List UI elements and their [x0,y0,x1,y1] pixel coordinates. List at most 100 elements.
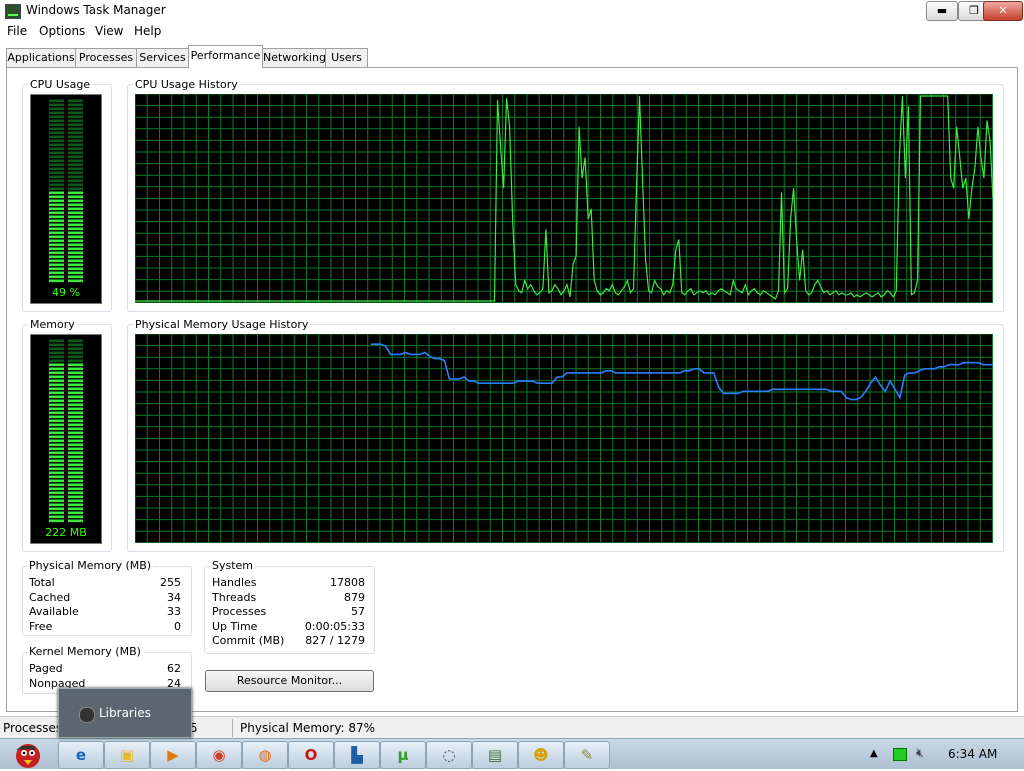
stat-handles-label: Handles [212,576,257,589]
kernel-memory-label: Kernel Memory (MB) [27,645,143,658]
memory-meter-segment [68,439,83,443]
chat-icon: ◌ [442,746,456,764]
memory-meter-segment [68,519,83,523]
memory-meter-segment [49,431,64,435]
memory-meter-segment [68,467,83,471]
cpu-meter-segment [49,239,64,243]
clock[interactable]: 6:34 AM [948,747,997,761]
memory-meter-segment [49,459,64,463]
memory-meter-segment [68,475,83,479]
cpu-meter-segment [49,271,64,275]
memory-meter-segment [49,415,64,419]
taskbar-button-tools[interactable]: ✎ [564,741,610,769]
memory-meter-segment [49,475,64,479]
show-hidden-icons-icon[interactable]: ▲ [870,748,878,759]
cpu-meter-segment [68,275,83,279]
memory-meter-segment [68,371,83,375]
start-orb-icon [16,744,40,768]
cpu-meter-segment [49,115,64,119]
messenger-icon: ☻ [533,746,549,764]
close-button[interactable]: ✕ [983,1,1023,21]
cpu-meter-segment [68,167,83,171]
cpu-meter-segment [68,131,83,135]
memory-meter-segment [49,339,64,343]
cpu-meter-segment [68,143,83,147]
system-label: System [210,559,256,572]
stat-threads-value: 879 [344,591,365,604]
volume-muted-icon[interactable]: 🔇︎ [916,746,924,761]
menu-view[interactable]: View [95,24,123,38]
cpu-meter-segment [68,151,83,155]
taskbar-button-internet-explorer[interactable]: e [58,741,104,769]
menu-help[interactable]: Help [134,24,161,38]
libraries-tooltip[interactable]: Libraries [58,688,192,738]
memory-meter-segment [68,423,83,427]
title-bar[interactable]: Windows Task Manager ▬ ❐ ✕ [0,0,1024,22]
taskbar-button-folder[interactable]: ▣ [104,741,150,769]
minimize-button[interactable]: ▬ [926,1,958,21]
memory-meter-segment [49,495,64,499]
taskbar-button-chrome[interactable]: ◉ [196,741,242,769]
memory-meter-segment [49,451,64,455]
tab-users[interactable]: Users [325,48,368,67]
cpu-meter-segment [49,279,64,283]
cpu-meter-segment [68,267,83,271]
menu-options[interactable]: Options [39,24,85,38]
tab-performance[interactable]: Performance [188,45,263,68]
taskbar-button-task-manager[interactable]: ▤ [472,741,518,769]
cpu-meter-segment [49,231,64,235]
memory-meter-segment [68,459,83,463]
stat-threads-label: Threads [212,591,257,604]
cpu-meter-segment [68,159,83,163]
cpu-meter-segment [49,171,64,175]
cpu-meter-segment [49,203,64,207]
memory-meter-segment [49,507,64,511]
memory-meter-segment [68,375,83,379]
memory-meter-segment [49,375,64,379]
taskbar-button-app[interactable]: ▙ [334,741,380,769]
memory-meter-segment [68,483,83,487]
cpu-meter-segment [49,119,64,123]
taskbar-button-messenger[interactable]: ☻ [518,741,564,769]
cpu-meter-segment [49,267,64,271]
memory-meter-segment [68,391,83,395]
utorrent-icon: µ [397,746,409,764]
tab-applications[interactable]: Applications [6,48,76,67]
tray-app-icon[interactable] [893,748,907,761]
cpu-meter-segment [49,127,64,131]
stat-paged-value: 62 [167,662,181,675]
status-divider [232,719,233,737]
taskbar-button-media-player[interactable]: ▶ [150,741,196,769]
memory-meter-segment [49,483,64,487]
memory-meter-segment [68,343,83,347]
cpu-meter-segment [68,115,83,119]
cpu-meter-segment [49,187,64,191]
memory-meter-segment [49,379,64,383]
cpu-history-graph [134,93,994,304]
cpu-usage-value: 49 % [52,286,80,299]
status-processes: Processes: [3,721,67,735]
memory-meter-segment [49,351,64,355]
resource-monitor-button[interactable]: Resource Monitor... [205,670,374,692]
menu-file[interactable]: File [7,24,27,38]
media-player-icon: ▶ [167,746,179,764]
taskbar-button-opera[interactable]: O [288,741,334,769]
cpu-meter-segment [49,167,64,171]
internet-explorer-icon: e [75,746,87,764]
memory-meter-segment [49,407,64,411]
cpu-meter-segment [49,259,64,263]
taskbar-button-firefox[interactable]: ◍ [242,741,288,769]
start-button[interactable] [4,740,44,768]
tab-processes[interactable]: Processes [75,48,137,67]
tab-networking[interactable]: Networking [262,48,326,67]
tab-services[interactable]: Services [136,48,189,67]
cpu-meter-segment [68,255,83,259]
cpu-meter-segment [68,251,83,255]
taskbar-button-chat[interactable]: ◌ [426,741,472,769]
stat-free-value: 0 [174,620,181,633]
memory-meter-segment [68,403,83,407]
memory-meter-segment [68,355,83,359]
taskbar-button-utorrent[interactable]: µ [380,741,426,769]
memory-meter-segment [68,347,83,351]
cpu-meter-segment [49,199,64,203]
